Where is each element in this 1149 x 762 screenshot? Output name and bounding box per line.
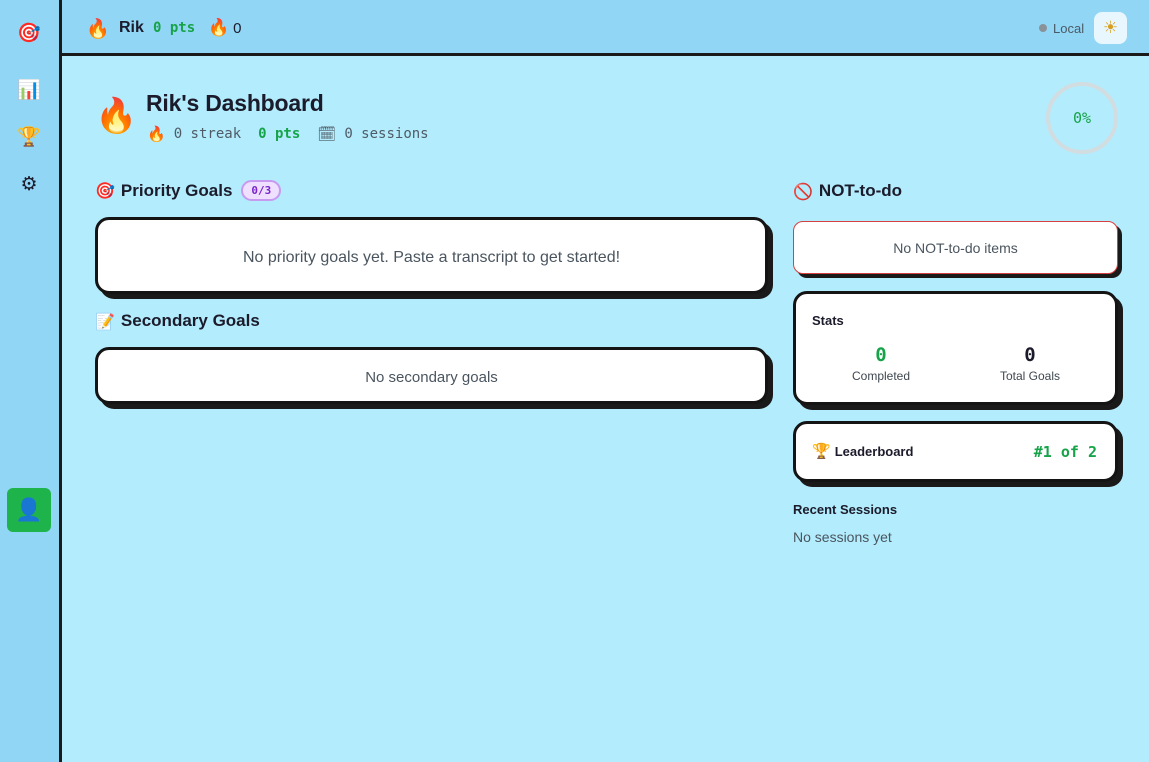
progress-ring: 0% [1046,82,1118,154]
completed-stat: 0 Completed [821,344,941,383]
priority-empty-message: No priority goals yet. Paste a transcrip… [242,249,621,266]
recent-sessions-title: Recent Sessions [793,502,898,517]
not-todo-empty-message: No NOT-to-do items [893,240,1018,256]
stats-card: Stats 0 Completed 0 Total Goals [793,291,1118,405]
streak-fire-icon: 🔥 [208,18,230,38]
sessions-summary: 0 sessions [344,126,429,142]
priority-goals-title: Priority Goals [120,180,233,200]
leaderboard-heading: 🏆 Leaderboard [812,442,913,460]
recent-sessions-empty: No sessions yet [793,529,892,545]
gear-icon: ⚙ [20,173,38,195]
total-goals-label: Total Goals [999,369,1061,383]
leaderboard-rank: #1 of 2 [1033,443,1097,461]
not-todo-card: No NOT-to-do items [793,221,1118,274]
trophy-icon: 🏆 [17,125,41,148]
stats-nav-button[interactable]: 📊 [8,68,50,110]
sun-icon: ☀ [1102,18,1119,38]
calendar-icon: 🗓 [317,125,337,143]
not-todo-title: NOT-to-do [818,181,903,200]
stats-title: Stats [812,313,844,328]
target-icon: 🎯 [95,181,115,200]
points-summary: 0 pts [258,126,301,142]
secondary-goals-heading: 📝 Secondary Goals [95,311,260,331]
leaderboard-nav-button[interactable]: 🏆 [8,115,50,157]
streak-count: 0 [233,19,242,37]
sync-status: Local [1039,16,1084,40]
streak-fire-icon: 🔥 [147,125,166,143]
total-goals-stat: 0 Total Goals [970,344,1090,383]
fire-icon: 🔥 [86,17,110,40]
status-dot-icon [1039,24,1047,32]
priority-goals-heading: 🎯 Priority Goals 0/3 [95,180,282,201]
priority-goals-card: No priority goals yet. Paste a transcrip… [95,217,768,294]
completed-value: 0 [875,344,887,366]
user-icon: 👤 [15,497,43,523]
goals-nav-button[interactable]: 🎯 [8,11,50,53]
username: Rik [119,19,144,36]
user-profile-button[interactable]: 👤 [7,488,51,532]
page-title: Rik's Dashboard [146,90,324,116]
completed-label: Completed [851,369,911,383]
dashboard-fire-icon: 🔥 [95,96,138,136]
dashboard-summary: 🔥 0 streak 0 pts 🗓 0 sessions [147,125,429,143]
bar-chart-icon: 📊 [17,78,41,101]
secondary-goals-card: No secondary goals [95,347,768,404]
priority-count-badge: 0/3 [241,180,282,201]
secondary-empty-message: No secondary goals [365,369,498,386]
target-icon: 🎯 [17,21,41,44]
trophy-icon: 🏆 [812,442,831,460]
secondary-goals-title: Secondary Goals [120,311,260,330]
progress-percent: 0% [1072,109,1092,127]
sidebar: 🎯 📊 🏆 ⚙ 👤 [0,0,62,762]
points-display: 0 pts [153,20,196,36]
top-bar: 🔥 Rik 0 pts 🔥 0 Local ☀ [62,0,1149,56]
not-todo-heading: 🚫 NOT-to-do [793,181,902,201]
leaderboard-title: Leaderboard [834,443,914,459]
sync-status-label: Local [1053,20,1085,36]
memo-icon: 📝 [95,311,115,331]
prohibited-icon: 🚫 [793,181,813,201]
theme-toggle-button[interactable]: ☀ [1094,12,1127,44]
total-goals-value: 0 [1024,344,1036,366]
streak-summary: 0 streak [173,126,242,142]
leaderboard-card[interactable]: 🏆 Leaderboard #1 of 2 [793,421,1118,482]
streak-display: 🔥 0 [208,16,242,40]
settings-nav-button[interactable]: ⚙ [8,163,50,205]
